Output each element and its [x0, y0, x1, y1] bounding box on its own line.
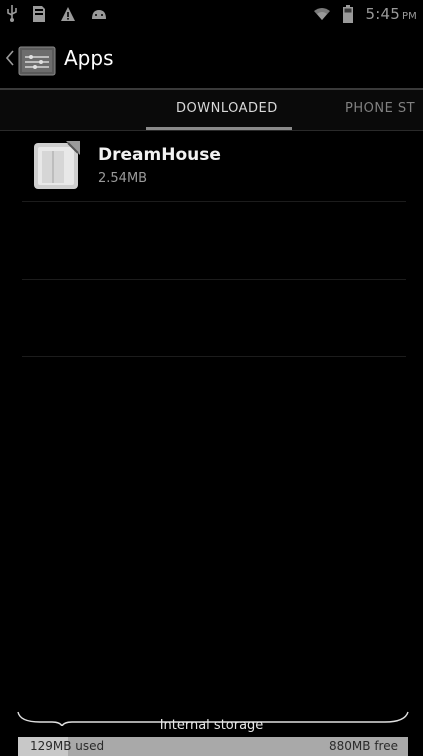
list-divider [22, 201, 406, 202]
page-title: Apps [64, 46, 114, 70]
android-icon [92, 10, 106, 19]
tab-downloaded[interactable]: DOWNLOADED [176, 101, 278, 116]
list-divider [22, 356, 406, 357]
sd-card-icon [33, 6, 45, 22]
settings-app-icon[interactable] [18, 46, 56, 76]
clock-ampm: PM [401, 11, 417, 22]
status-bar: 5:45 PM [0, 0, 423, 30]
action-bar: Apps [0, 30, 423, 90]
usb-icon [7, 5, 17, 22]
storage-bar: 129MB used 880MB free [18, 737, 408, 756]
clock-time: 5:45 [365, 5, 400, 23]
tab-phone-storage[interactable]: PHONE ST [345, 101, 415, 116]
app-size: 2.54MB [98, 171, 148, 186]
tab-strip: DOWNLOADED PHONE ST [0, 90, 423, 131]
battery-icon [343, 5, 354, 23]
clock: 5:45 PM [365, 5, 417, 23]
storage-used: 129MB used [30, 739, 105, 753]
storage-label: Internal storage [159, 718, 264, 733]
app-package-icon [34, 141, 80, 189]
list-divider [22, 279, 406, 280]
system-icons: 5:45 PM [313, 5, 417, 23]
list-item[interactable]: DreamHouse 2.54MB [0, 131, 423, 201]
app-name: DreamHouse [98, 145, 221, 165]
up-caret-icon[interactable] [6, 50, 14, 66]
wifi-icon [314, 8, 331, 20]
storage-free: 880MB free [329, 739, 398, 753]
warning-icon [61, 7, 75, 21]
notification-icons [6, 5, 108, 23]
tab-indicator [146, 127, 292, 130]
